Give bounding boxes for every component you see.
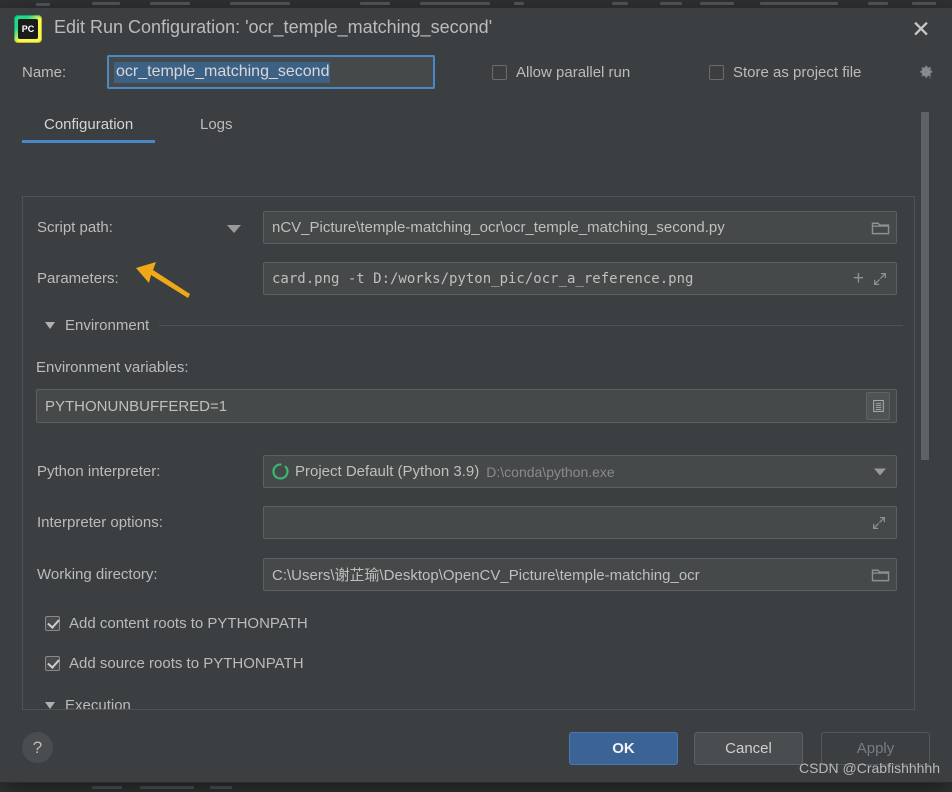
python-interpreter-label: Python interpreter: — [37, 463, 161, 480]
store-as-project-file-checkbox[interactable]: Store as project file — [709, 64, 861, 81]
checkbox-box — [492, 65, 507, 80]
panel-scrollbar-thumb[interactable] — [921, 112, 929, 460]
cancel-button[interactable]: Cancel — [694, 732, 803, 765]
folder-icon[interactable] — [868, 564, 892, 586]
ok-button[interactable]: OK — [569, 732, 678, 765]
edit-run-configuration-dialog: PC Edit Run Configuration: 'ocr_temple_m… — [0, 8, 952, 782]
dialog-titlebar: PC Edit Run Configuration: 'ocr_temple_m… — [0, 8, 952, 52]
working-directory-value: C:\Users\谢芷瑜\Desktop\OpenCV_Picture\temp… — [272, 567, 700, 584]
chevron-down-icon — [45, 322, 55, 329]
execution-section-clip: Execution — [23, 697, 914, 710]
allow-parallel-run-label: Allow parallel run — [516, 64, 631, 81]
python-env-circle-icon — [272, 463, 289, 480]
python-interpreter-select[interactable]: Project Default (Python 3.9) D:\conda\py… — [263, 455, 897, 488]
tab-logs-label: Logs — [200, 116, 233, 133]
parameters-value: card.png -t D:/works/pyton_pic/ocr_a_ref… — [272, 270, 694, 287]
help-button[interactable]: ? — [22, 732, 53, 763]
allow-parallel-run-checkbox[interactable]: Allow parallel run — [492, 64, 630, 81]
script-path-value: nCV_Picture\temple-matching_ocr\ocr_temp… — [272, 219, 725, 236]
pycharm-icon-label: PC — [18, 19, 38, 39]
environment-section-label: Environment — [65, 317, 150, 334]
configuration-panel: Script path: nCV_Picture\temple-matching… — [22, 196, 915, 710]
add-content-roots-label: Add content roots to PYTHONPATH — [69, 615, 308, 632]
chevron-down-icon — [45, 702, 55, 709]
environment-variables-input[interactable]: PYTHONUNBUFFERED=1 — [36, 389, 897, 423]
expand-icon[interactable] — [868, 268, 892, 290]
name-input-value: ocr_temple_matching_second — [114, 61, 331, 83]
python-interpreter-row: Python interpreter: Project Default (Pyt… — [23, 455, 914, 489]
environment-section-header[interactable]: Environment — [45, 317, 903, 334]
script-path-input[interactable]: nCV_Picture\temple-matching_ocr\ocr_temp… — [263, 211, 897, 244]
execution-section-header[interactable]: Execution — [45, 697, 903, 710]
tab-bar: Configuration Logs — [0, 110, 952, 152]
interpreter-options-label: Interpreter options: — [37, 514, 163, 531]
script-path-dropdown-icon[interactable] — [227, 225, 241, 233]
interpreter-options-row: Interpreter options: — [23, 506, 914, 540]
script-path-row: Script path: nCV_Picture\temple-matching… — [23, 211, 914, 245]
watermark: CSDN @Crabfishhhhh — [798, 760, 940, 776]
name-input[interactable]: ocr_temple_matching_second — [107, 55, 435, 89]
working-directory-row: Working directory: C:\Users\谢芷瑜\Desktop\… — [23, 558, 914, 592]
checkbox-box — [45, 656, 60, 671]
plus-icon[interactable]: + — [853, 269, 864, 288]
close-icon[interactable]: ✕ — [906, 14, 936, 44]
pycharm-icon: PC — [14, 15, 42, 43]
python-interpreter-value: Project Default (Python 3.9) — [295, 463, 480, 480]
dialog-title: Edit Run Configuration: 'ocr_temple_matc… — [54, 17, 493, 37]
screenshot-root: PC Edit Run Configuration: 'ocr_temple_m… — [0, 0, 952, 792]
tab-logs[interactable]: Logs — [200, 116, 233, 143]
section-divider — [159, 325, 903, 326]
add-source-roots-label: Add source roots to PYTHONPATH — [69, 655, 304, 672]
script-path-label: Script path: — [37, 219, 113, 236]
name-label: Name: — [22, 64, 67, 81]
checkbox-box — [709, 65, 724, 80]
execution-section-label: Execution — [65, 697, 131, 710]
store-as-project-file-label: Store as project file — [733, 64, 862, 81]
tab-configuration[interactable]: Configuration — [22, 116, 156, 143]
gear-icon[interactable] — [917, 63, 935, 81]
parameters-label: Parameters: — [37, 270, 119, 287]
parameters-input[interactable]: card.png -t D:/works/pyton_pic/ocr_a_ref… — [263, 262, 897, 295]
tab-active-underline — [22, 140, 156, 143]
working-directory-label: Working directory: — [37, 566, 158, 583]
list-edit-icon[interactable] — [866, 392, 890, 420]
environment-variables-value: PYTHONUNBUFFERED=1 — [45, 397, 228, 415]
parameters-row: Parameters: card.png -t D:/works/pyton_p… — [23, 262, 914, 296]
checkbox-box — [45, 616, 60, 631]
folder-icon[interactable] — [868, 217, 892, 239]
interpreter-options-input[interactable] — [263, 506, 897, 539]
name-row: Name: ocr_temple_matching_second Allow p… — [0, 52, 952, 98]
add-content-roots-checkbox[interactable]: Add content roots to PYTHONPATH — [45, 615, 308, 632]
chevron-down-icon[interactable] — [874, 468, 886, 475]
python-interpreter-path: D:\conda\python.exe — [486, 463, 615, 480]
working-directory-input[interactable]: C:\Users\谢芷瑜\Desktop\OpenCV_Picture\temp… — [263, 558, 897, 591]
add-source-roots-checkbox[interactable]: Add source roots to PYTHONPATH — [45, 655, 304, 672]
environment-variables-label: Environment variables: — [36, 359, 189, 376]
tab-configuration-label: Configuration — [44, 116, 134, 133]
expand-icon[interactable] — [867, 512, 891, 534]
